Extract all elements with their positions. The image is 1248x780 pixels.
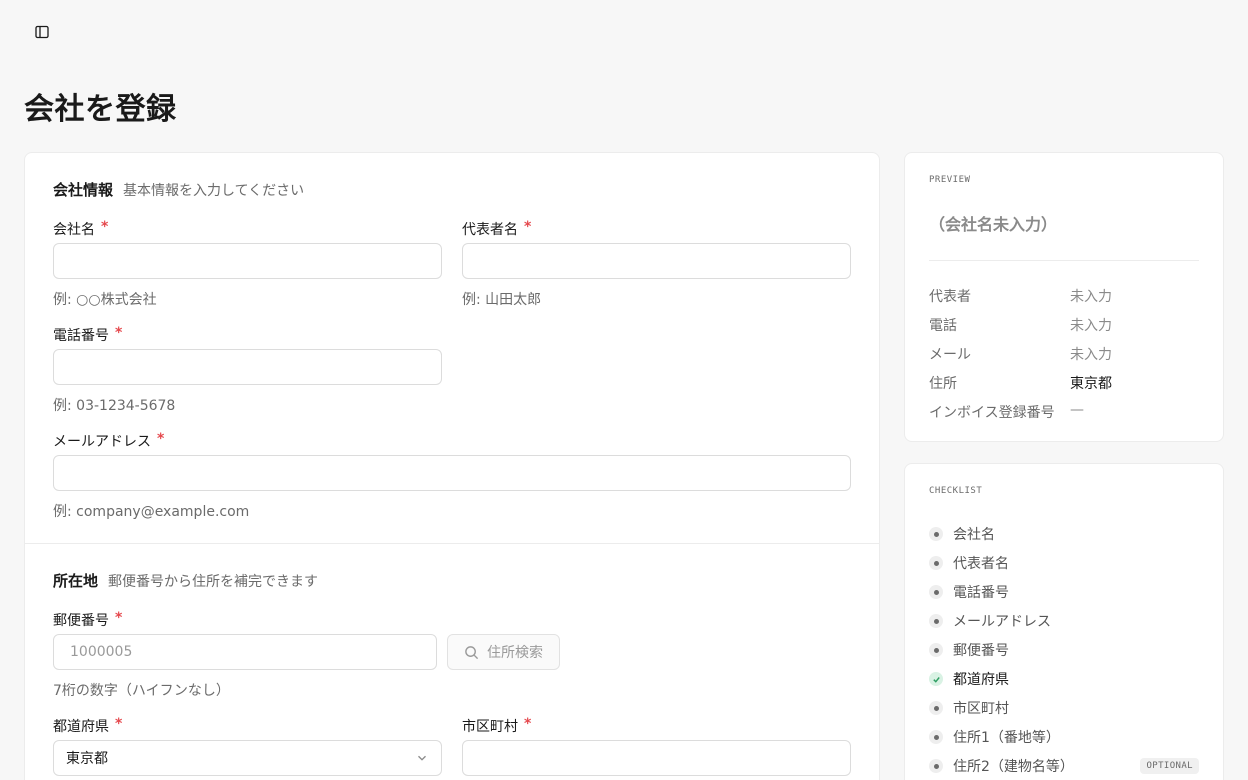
preview-row-value: 未入力 [1070, 289, 1112, 305]
required-marker: * [524, 219, 532, 235]
chevron-down-icon [418, 755, 426, 761]
checklist-item-label: 住所2（建物名等） [953, 759, 1074, 775]
sidebar-toggle-icon [35, 25, 49, 39]
check-icon [929, 672, 943, 686]
email-label: メールアドレス [53, 434, 151, 450]
preview-row-value: — [1070, 402, 1084, 418]
preview-row: 住所 東京都 [929, 373, 1112, 393]
checklist-item: 都道府県 [929, 669, 1199, 689]
preview-row-key: メール [929, 347, 971, 363]
preview-row-key: 代表者 [929, 289, 971, 305]
checklist-card: CHECKLIST 会社名代表者名電話番号メールアドレス 郵便番号都道府県市区町村… [904, 463, 1224, 780]
pending-dot-icon [929, 614, 943, 628]
postal-label: 郵便番号 [53, 613, 109, 629]
prefecture-field: 都道府県 * 東京都 [53, 716, 442, 780]
pending-dot-icon [929, 701, 943, 715]
pending-dot-icon [929, 759, 943, 773]
company-name-label: 会社名 [53, 222, 95, 238]
checklist-item: メールアドレス [929, 611, 1199, 631]
preview-row: 代表者 未入力 [929, 286, 1112, 306]
required-marker: * [115, 716, 123, 732]
checklist-heading: CHECKLIST [929, 486, 983, 496]
phone-field: 電話番号 * 例: 03-1234-5678 [53, 325, 442, 415]
checklist-item-label: 代表者名 [953, 556, 1009, 572]
required-marker: * [101, 219, 109, 235]
checklist-item: 住所1（番地等） [929, 727, 1199, 747]
preview-row-key: 住所 [929, 376, 957, 392]
required-marker: * [115, 325, 123, 341]
required-marker: * [524, 716, 532, 732]
checklist-item: 代表者名 [929, 553, 1199, 573]
address-section-subtitle: 郵便番号から住所を補完できます [108, 574, 319, 590]
preview-row: メール 未入力 [929, 344, 1112, 364]
checklist-item: 住所2（建物名等） OPTIONAL [929, 756, 1199, 776]
preview-company-name: （会社名未入力） [929, 215, 1058, 234]
required-marker: * [157, 431, 165, 447]
preview-divider [929, 260, 1199, 261]
prefecture-label: 都道府県 [53, 719, 109, 735]
address-search-label: 住所検索 [487, 645, 543, 661]
checklist-item: 電話番号 [929, 582, 1199, 602]
preview-row: インボイス登録番号 — [929, 402, 1084, 422]
checklist-item-label: 会社名 [953, 527, 995, 543]
phone-hint: 例: 03-1234-5678 [53, 398, 176, 414]
preview-row-value: 未入力 [1070, 347, 1112, 363]
page-title: 会社を登録 [24, 92, 177, 127]
checklist-item-label: 電話番号 [953, 585, 1009, 601]
required-marker: * [115, 610, 123, 626]
email-input[interactable] [53, 455, 851, 491]
postal-field: 郵便番号 * 1000005 住所検索 7桁の数字（ハイフンなし） [53, 610, 593, 700]
company-section-header: 会社情報 基本情報を入力してください [53, 179, 304, 200]
pending-dot-icon [929, 643, 943, 657]
preview-row: 電話 未入力 [929, 315, 1112, 335]
postal-input[interactable]: 1000005 [53, 634, 437, 670]
registration-form-card: 会社情報 基本情報を入力してください 会社名 * 例: ○○株式会社 代表者名 * … [24, 152, 880, 780]
prefecture-selected-value: 東京都 [66, 751, 108, 767]
preview-row-value: 未入力 [1070, 318, 1112, 334]
checklist-item-label: 住所1（番地等） [953, 730, 1060, 746]
checklist-item-label: 都道府県 [953, 672, 1009, 688]
preview-row-value: 東京都 [1070, 376, 1112, 392]
representative-label: 代表者名 [462, 222, 518, 238]
phone-input[interactable] [53, 349, 442, 385]
checklist-item: 郵便番号 [929, 640, 1199, 660]
preview-card: PREVIEW （会社名未入力） 代表者 未入力 電話 未入力 メール 未入力 住所 東京都イ… [904, 152, 1224, 442]
checklist-item-label: メールアドレス [953, 614, 1051, 630]
preview-row-key: 電話 [929, 318, 957, 334]
checklist-item: 会社名 [929, 524, 1199, 544]
company-name-input[interactable] [53, 243, 442, 279]
address-section-title: 所在地 [53, 572, 99, 590]
city-field: 市区町村 * [462, 716, 851, 780]
representative-field: 代表者名 * 例: 山田太郎 [462, 219, 851, 309]
optional-badge: OPTIONAL [1140, 758, 1199, 774]
company-name-hint: 例: ○○株式会社 [53, 292, 157, 308]
pending-dot-icon [929, 556, 943, 570]
company-name-field: 会社名 * 例: ○○株式会社 [53, 219, 442, 309]
city-input[interactable] [462, 740, 851, 776]
pending-dot-icon [929, 527, 943, 541]
section-divider [25, 543, 879, 544]
prefecture-select[interactable]: 東京都 [53, 740, 442, 776]
phone-label: 電話番号 [53, 328, 109, 344]
email-field: メールアドレス * 例: company@example.com [53, 431, 851, 521]
preview-row-key: インボイス登録番号 [929, 405, 1055, 421]
representative-hint: 例: 山田太郎 [462, 292, 542, 308]
pending-dot-icon [929, 730, 943, 744]
city-label: 市区町村 [462, 719, 518, 735]
checklist-item-label: 市区町村 [953, 701, 1009, 717]
preview-heading: PREVIEW [929, 175, 971, 185]
sidebar-toggle-button[interactable] [30, 20, 54, 44]
company-section-title: 会社情報 [53, 181, 114, 199]
postal-hint: 7桁の数字（ハイフンなし） [53, 683, 230, 699]
address-section-header: 所在地 郵便番号から住所を補完できます [53, 570, 318, 591]
address-search-button[interactable]: 住所検索 [447, 634, 560, 670]
checklist-item-label: 郵便番号 [953, 643, 1009, 659]
search-icon [465, 645, 479, 659]
checklist-item: 市区町村 [929, 698, 1199, 718]
representative-input[interactable] [462, 243, 851, 279]
pending-dot-icon [929, 585, 943, 599]
email-hint: 例: company@example.com [53, 504, 250, 520]
company-section-subtitle: 基本情報を入力してください [123, 183, 305, 199]
